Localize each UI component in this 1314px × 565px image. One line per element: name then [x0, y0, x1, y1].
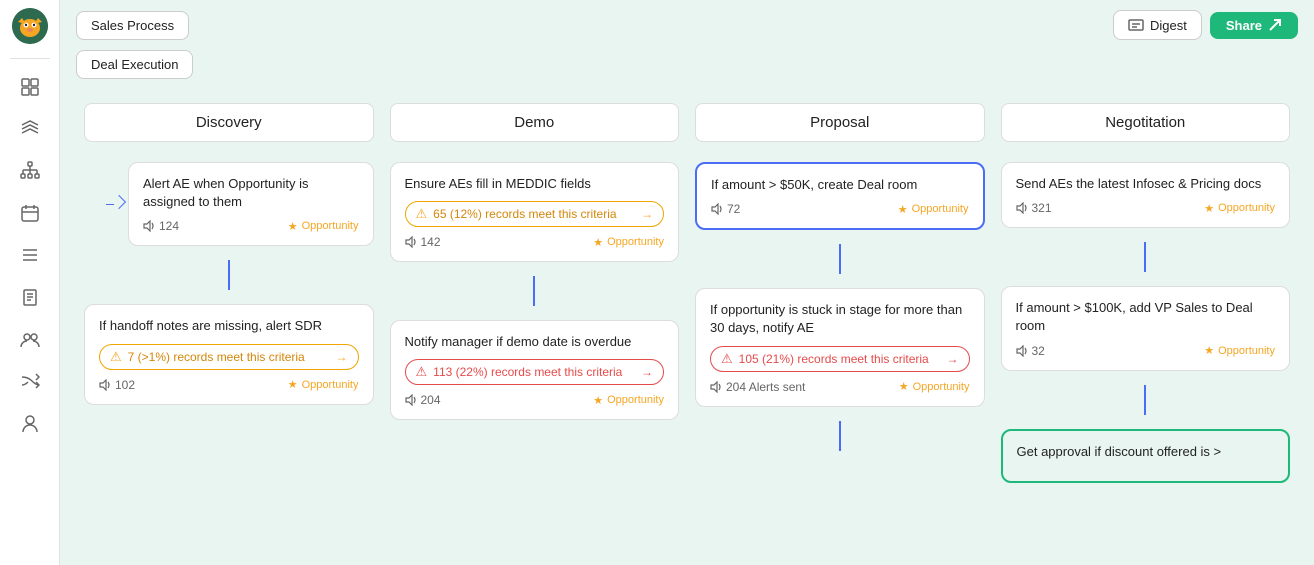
digest-icon — [1128, 17, 1144, 33]
card-prop-1-tag: ★ Opportunity — [898, 203, 969, 216]
column-negotiation: Negotitation Send AEs the latest Infosec… — [993, 103, 1299, 483]
card-demo-2-title: Notify manager if demo date is overdue — [405, 333, 665, 351]
speaker-icon-2 — [99, 379, 111, 391]
card-prop-1[interactable]: If amount > $50K, create Deal room 72 ★ … — [695, 162, 985, 230]
card-demo-1-title: Ensure AEs fill in MEDDIC fields — [405, 175, 665, 193]
tab-sales-process[interactable]: Sales Process — [76, 11, 189, 40]
demo-1-alert[interactable]: ⚠ 65 (12%) records meet this criteria → — [405, 201, 665, 227]
card-disc-2[interactable]: If handoff notes are missing, alert SDR … — [84, 304, 374, 404]
share-label: Share — [1226, 18, 1262, 33]
sidebar-item-clipboard[interactable] — [12, 279, 48, 315]
card-demo-1-count: 142 — [405, 235, 441, 249]
main-content: Sales Process Digest Share Deal Exec — [60, 0, 1314, 565]
card-neg-1[interactable]: Send AEs the latest Infosec & Pricing do… — [1001, 162, 1291, 228]
sidebar-divider-1 — [10, 58, 50, 59]
card-neg-1-title: Send AEs the latest Infosec & Pricing do… — [1016, 175, 1276, 193]
card-prop-2-count: 204 Alerts sent — [710, 380, 805, 394]
share-button[interactable]: Share — [1210, 12, 1298, 39]
card-neg-2[interactable]: If amount > $100K, add VP Sales to Deal … — [1001, 286, 1291, 370]
card-prop-1-title: If amount > $50K, create Deal room — [711, 176, 969, 194]
sidebar-item-list[interactable] — [12, 237, 48, 273]
speaker-icon-4 — [405, 394, 417, 406]
speaker-icon-3 — [405, 236, 417, 248]
card-demo-1[interactable]: Ensure AEs fill in MEDDIC fields ⚠ 65 (1… — [390, 162, 680, 262]
card-neg-2-title: If amount > $100K, add VP Sales to Deal … — [1016, 299, 1276, 335]
demo-1-badge-text: 65 (12%) records meet this criteria — [433, 207, 616, 221]
card-demo-2-count: 204 — [405, 393, 441, 407]
card-demo-1-tag: ★ Opportunity — [593, 236, 664, 249]
speaker-icon — [143, 220, 155, 232]
card-prop-2-tag: ★ Opportunity — [899, 380, 970, 393]
card-demo-1-footer: 142 ★ Opportunity — [405, 235, 665, 249]
disc-2-badge-text: 7 (>1%) records meet this criteria — [128, 350, 305, 364]
sidebar-item-layers[interactable] — [12, 111, 48, 147]
card-neg-2-count: 32 — [1016, 344, 1045, 358]
sidebar-item-org[interactable] — [12, 153, 48, 189]
card-disc-1-title: Alert AE when Opportunity is assigned to… — [143, 175, 359, 211]
card-disc-1-tag: ★ Opportunity — [288, 220, 359, 233]
sidebar — [0, 0, 60, 565]
card-neg-2-tag: ★ Opportunity — [1204, 344, 1275, 357]
header: Sales Process Digest Share — [60, 0, 1314, 46]
disc-2-alert[interactable]: ⚠ 7 (>1%) records meet this criteria → — [99, 344, 359, 370]
card-neg-1-footer: 321 ★ Opportunity — [1016, 201, 1276, 215]
card-disc-1-footer: 124 ★ Opportunity — [143, 219, 359, 233]
card-neg-3-title: Get approval if discount offered is > — [1017, 443, 1275, 461]
card-demo-2[interactable]: Notify manager if demo date is overdue ⚠… — [390, 320, 680, 420]
card-neg-2-footer: 32 ★ Opportunity — [1016, 344, 1276, 358]
digest-button[interactable]: Digest — [1113, 10, 1202, 40]
speaker-icon-7 — [1016, 202, 1028, 214]
speaker-icon-8 — [1016, 345, 1028, 357]
card-disc-1-count: 124 — [143, 219, 179, 233]
sidebar-item-layout[interactable] — [12, 69, 48, 105]
sidebar-item-shuffle[interactable] — [12, 363, 48, 399]
sub-header: Deal Execution — [60, 46, 1314, 87]
card-prop-1-count: 72 — [711, 202, 740, 216]
card-disc-1[interactable]: Alert AE when Opportunity is assigned to… — [128, 162, 374, 246]
digest-label: Digest — [1150, 18, 1187, 33]
column-discovery: Discovery Alert AE when Opportunity is a… — [76, 103, 382, 483]
column-demo: Demo Ensure AEs fill in MEDDIC fields ⚠ … — [382, 103, 688, 483]
negotiation-header: Negotitation — [1001, 103, 1291, 142]
header-actions: Digest Share — [1113, 10, 1298, 40]
sidebar-item-calendar[interactable] — [12, 195, 48, 231]
card-prop-1-footer: 72 ★ Opportunity — [711, 202, 969, 216]
card-demo-2-tag: ★ Opportunity — [593, 394, 664, 407]
card-disc-2-footer: 102 ★ Opportunity — [99, 378, 359, 392]
speaker-icon-5 — [711, 203, 723, 215]
prop-2-alert[interactable]: ⚠ 105 (21%) records meet this criteria → — [710, 346, 970, 372]
card-disc-2-count: 102 — [99, 378, 135, 392]
card-disc-2-tag: ★ Opportunity — [288, 378, 359, 391]
header-tabs: Sales Process — [76, 11, 189, 40]
card-prop-2[interactable]: If opportunity is stuck in stage for mor… — [695, 288, 985, 406]
alerts-sent: 204 Alerts sent — [726, 380, 805, 394]
columns-wrapper: Discovery Alert AE when Opportunity is a… — [76, 103, 1298, 483]
share-arrow-icon — [1268, 18, 1282, 32]
discovery-header: Discovery — [84, 103, 374, 142]
prop-2-badge-text: 105 (21%) records meet this criteria — [739, 352, 929, 366]
sidebar-item-person[interactable] — [12, 405, 48, 441]
sidebar-item-group[interactable] — [12, 321, 48, 357]
card-prop-2-title: If opportunity is stuck in stage for mor… — [710, 301, 970, 337]
speaker-icon-6 — [710, 381, 722, 393]
demo-2-alert[interactable]: ⚠ 113 (22%) records meet this criteria → — [405, 359, 665, 385]
card-neg-3[interactable]: Get approval if discount offered is > — [1001, 429, 1291, 483]
demo-2-badge-text: 113 (22%) records meet this criteria — [433, 365, 622, 379]
proposal-header: Proposal — [695, 103, 985, 142]
column-proposal: Proposal If amount > $50K, create Deal r… — [687, 103, 993, 483]
demo-header: Demo — [390, 103, 680, 142]
canvas: Discovery Alert AE when Opportunity is a… — [60, 87, 1314, 565]
card-disc-2-title: If handoff notes are missing, alert SDR — [99, 317, 359, 335]
tab-deal-execution[interactable]: Deal Execution — [76, 50, 193, 79]
avatar[interactable] — [12, 8, 48, 44]
card-prop-2-footer: 204 Alerts sent ★ Opportunity — [710, 380, 970, 394]
card-neg-1-count: 321 — [1016, 201, 1052, 215]
card-neg-1-tag: ★ Opportunity — [1204, 202, 1275, 215]
card-demo-2-footer: 204 ★ Opportunity — [405, 393, 665, 407]
